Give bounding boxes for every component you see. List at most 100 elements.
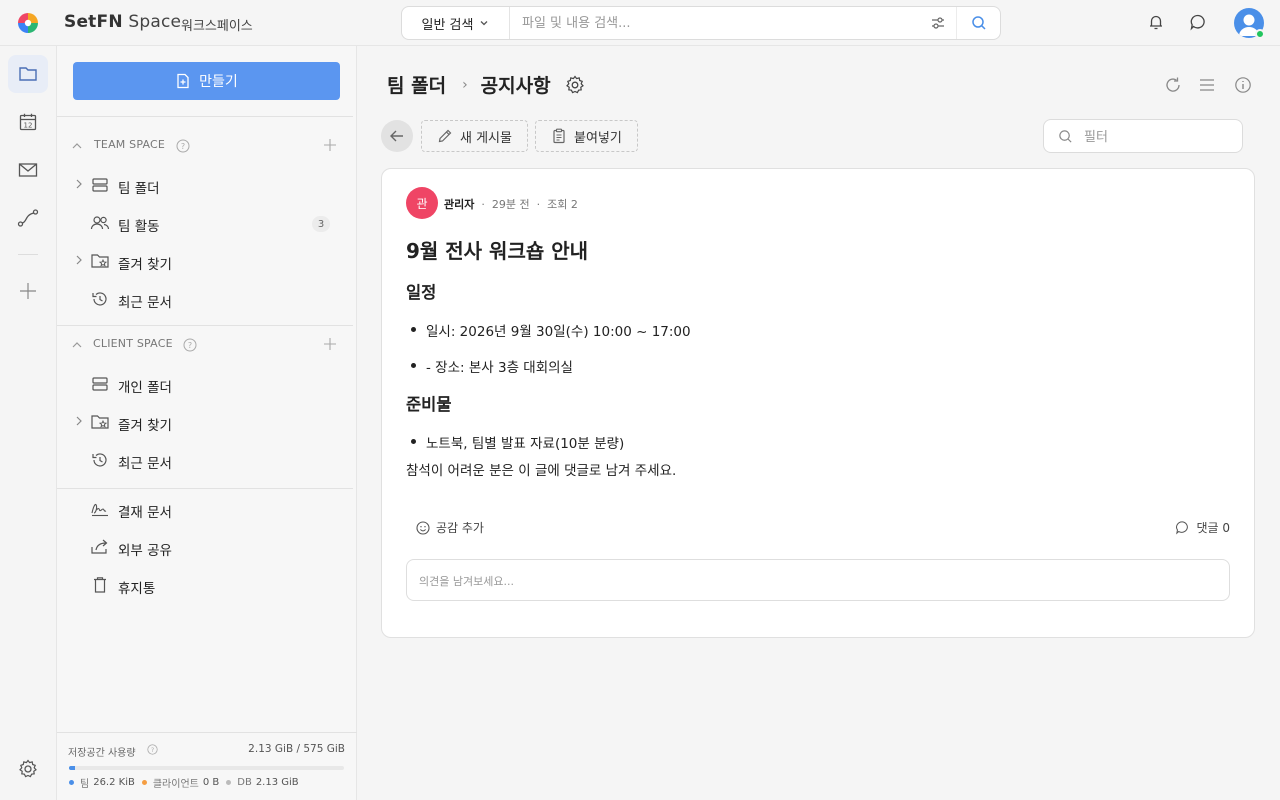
team-space-header[interactable]: TEAM SPACE ? — [57, 134, 357, 158]
plus-icon — [20, 283, 36, 299]
breadcrumb: 팀 폴더 › 공지사항 — [387, 71, 585, 98]
server-icon — [92, 377, 108, 391]
new-file-icon — [177, 73, 189, 89]
chat-icon[interactable] — [1189, 13, 1207, 31]
sidebar-item-label: 최근 문서 — [118, 456, 172, 472]
sidebar-item-label: 휴지통 — [118, 581, 156, 597]
settings-gear-icon[interactable] — [565, 75, 585, 95]
sidebar-item-client-recent[interactable]: 최근 문서 — [57, 445, 357, 475]
folder-icon — [19, 67, 37, 81]
bell-icon[interactable] — [1147, 13, 1165, 31]
legend-client-name: 클라이언트 — [152, 779, 199, 790]
help-icon[interactable]: ? — [147, 744, 158, 755]
star-folder-icon — [91, 415, 109, 429]
sidebar-item-trash[interactable]: 휴지통 — [57, 570, 357, 600]
help-icon[interactable]: ? — [176, 139, 190, 153]
rail-workflow[interactable] — [8, 199, 48, 237]
client-space-title: CLIENT SPACE — [93, 337, 173, 350]
list-item: 일시: 2026년 9월 30일(수) 10:00 ~ 17:00 — [411, 320, 691, 340]
sidebar-item-personal-folder[interactable]: 개인 폴더 — [57, 369, 357, 399]
add-reaction-label: 공감 추가 — [436, 521, 484, 535]
sidebar-item-label: 즐겨 찾기 — [118, 257, 172, 273]
comments-count-button[interactable]: 댓글 0 — [1175, 519, 1230, 536]
rail-calendar[interactable]: 12 — [8, 103, 48, 141]
legend-dot-client — [141, 780, 147, 785]
sidebar-item-team-favorites[interactable]: 즐겨 찾기 — [57, 246, 357, 276]
divider — [57, 325, 353, 326]
legend-dot-db — [226, 780, 232, 785]
breadcrumb-notice[interactable]: 공지사항 — [481, 71, 551, 98]
info-icon[interactable] — [1234, 76, 1252, 94]
rail-files[interactable] — [8, 55, 48, 93]
new-post-button[interactable]: 새 게시물 — [421, 120, 528, 152]
search-icon — [971, 16, 986, 30]
sidebar-item-label: 최근 문서 — [118, 295, 172, 311]
sidebar-item-label: 개인 폴더 — [118, 380, 172, 396]
people-icon — [90, 216, 110, 230]
rail-mail[interactable] — [8, 151, 48, 189]
chevron-down-icon — [481, 21, 488, 26]
search-button[interactable] — [956, 7, 1000, 39]
legend-db-name: DB — [237, 777, 252, 788]
rail-settings[interactable] — [8, 750, 48, 788]
trash-icon — [94, 577, 106, 593]
list-item: 노트북, 팀별 발표 자료(10분 분량) — [410, 432, 624, 452]
legend-team-name: 팀 — [80, 779, 90, 790]
sidebar-item-external-share[interactable]: 외부 공유 — [57, 532, 357, 562]
breadcrumb-team-folder[interactable]: 팀 폴더 — [387, 71, 446, 98]
new-post-label: 새 게시물 — [460, 130, 512, 146]
sidebar-item-label: 팀 폴더 — [118, 181, 160, 197]
server-icon — [92, 178, 108, 192]
post-meta: 관리자 · 29분 전 · 조회 2 — [444, 196, 578, 212]
list-view-icon[interactable] — [1198, 76, 1216, 94]
storage-progress-bar — [69, 766, 344, 770]
add-reaction-button[interactable]: 공감 추가 — [416, 519, 484, 536]
breadcrumb-separator: › — [462, 76, 468, 93]
gear-icon — [19, 759, 37, 778]
meta-separator: · — [481, 197, 485, 211]
filter-input[interactable] — [1084, 127, 1234, 147]
refresh-icon[interactable] — [1164, 76, 1182, 94]
author-avatar[interactable]: 관 — [406, 187, 438, 219]
comments-count: 댓글 0 — [1196, 521, 1230, 535]
post-author[interactable]: 관리자 — [444, 196, 474, 212]
paste-button[interactable]: 붙여넣기 — [535, 120, 638, 152]
sidebar-item-approvals[interactable]: 결재 문서 — [57, 494, 357, 524]
post-title: 9월 전사 워크숍 안내 — [406, 239, 589, 263]
app-logo-icon[interactable] — [17, 12, 39, 34]
workflow-icon — [17, 209, 39, 227]
chevron-right-icon[interactable] — [75, 179, 83, 189]
arrow-left-icon — [390, 130, 403, 142]
chevron-right-icon[interactable] — [75, 416, 83, 426]
chevron-up-icon — [72, 342, 82, 348]
history-icon — [92, 453, 107, 467]
svg-text:?: ? — [181, 142, 185, 151]
divider — [57, 116, 353, 117]
brand-name[interactable]: SetFN Space — [64, 12, 181, 32]
sidebar-item-label: 팀 활동 — [118, 219, 160, 235]
chevron-right-icon[interactable] — [75, 255, 83, 265]
add-team-item-icon[interactable] — [323, 138, 337, 152]
search-type-select[interactable]: 일반 검색 — [402, 7, 510, 39]
create-button[interactable]: 만들기 — [73, 62, 340, 100]
back-button[interactable] — [381, 120, 413, 152]
search-input[interactable] — [522, 13, 922, 33]
sidebar-item-team-activity[interactable]: 팀 활동 3 — [57, 208, 357, 238]
filter-sliders-icon[interactable] — [930, 15, 946, 31]
client-space-header[interactable]: CLIENT SPACE ? — [57, 333, 357, 357]
add-client-item-icon[interactable] — [323, 337, 337, 351]
sidebar-item-team-recent[interactable]: 최근 문서 — [57, 284, 357, 314]
sidebar-item-team-folder[interactable]: 팀 폴더 — [57, 170, 357, 200]
filter-box — [1043, 119, 1243, 153]
comment-input[interactable] — [419, 571, 1209, 591]
sidebar-item-client-favorites[interactable]: 즐겨 찾기 — [57, 407, 357, 437]
rail-add[interactable] — [8, 272, 48, 310]
workspace-label[interactable]: 워크스페이스 — [181, 15, 253, 34]
help-icon[interactable]: ? — [183, 338, 197, 352]
sidebar-item-label: 외부 공유 — [118, 543, 172, 559]
storage-usage: 저장공간 사용량 ? 2.13 GiB / 575 GiB 팀 26.2 KiB … — [57, 732, 357, 800]
sidebar: 만들기 TEAM SPACE ? 팀 폴더 팀 활동 3 즐겨 찾기 최근 문서… — [57, 46, 357, 800]
brand-bold: SetFN — [64, 12, 123, 32]
sidebar-item-label: 결재 문서 — [118, 505, 172, 521]
create-label: 만들기 — [199, 74, 238, 90]
